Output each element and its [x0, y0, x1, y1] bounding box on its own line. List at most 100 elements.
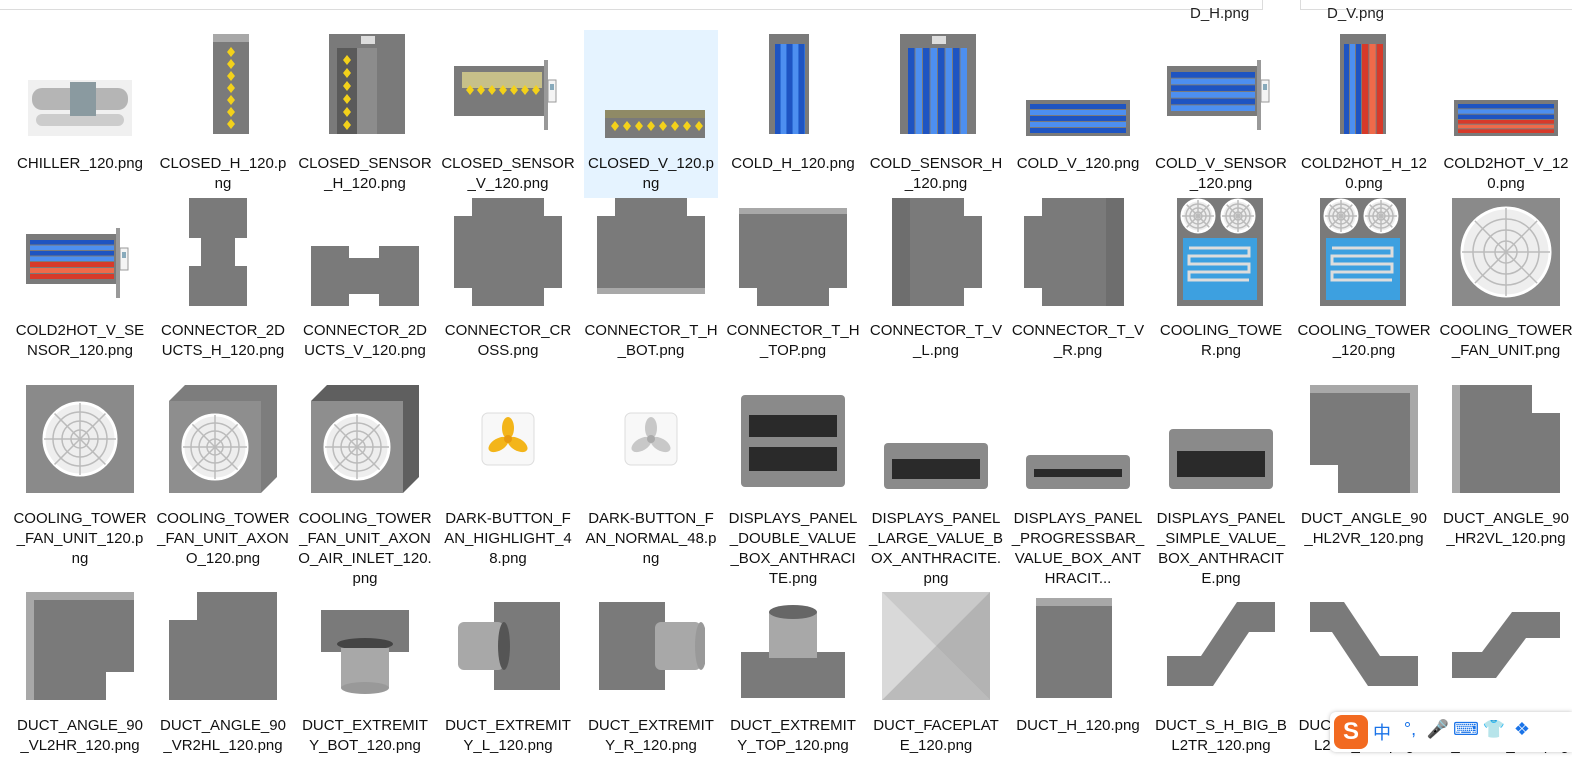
file-name: DUCT_EXTREMITY_TOP_120.png: [730, 717, 856, 754]
file-name: DUCT_EXTREMITY_R_120.png: [588, 717, 714, 754]
file-item[interactable]: CONNECTOR_T_V_L.png: [869, 198, 1003, 378]
file-item[interactable]: COLD2HOT_V_120.png: [1439, 30, 1572, 196]
toolbox-icon[interactable]: ❖: [1508, 719, 1536, 745]
file-item[interactable]: COLD_V_SENSOR_120.png: [1154, 30, 1288, 196]
connector-2ducts-h-icon: [169, 198, 277, 306]
file-item[interactable]: DUCT_EXTREMITY_TOP_120.png: [726, 592, 860, 758]
duct-angle-hl2vr-icon: [1310, 385, 1418, 493]
file-item[interactable]: COLD_V_120.png: [1011, 30, 1145, 196]
file-name: COOLING_TOWER_120.png: [1297, 322, 1431, 359]
file-name: COLD2HOT_V_SENSOR_120.png: [15, 322, 145, 359]
file-item[interactable]: DISPLAYS_PANEL_SIMPLE_VALUE_BOX_ANTHRACI…: [1154, 385, 1288, 590]
panel-simple-value-icon: [1167, 385, 1275, 493]
file-item[interactable]: COOLING_TOWER_FAN_UNIT_AXONO_120.png: [156, 385, 290, 590]
file-item[interactable]: DUCT_H_120.png: [1011, 592, 1145, 758]
file-name: CLOSED_V_120.png: [588, 155, 714, 192]
cold-v-sensor-icon: [1167, 30, 1275, 138]
file-item[interactable]: CONNECTOR_CROSS.png: [441, 198, 575, 378]
connector-t-h-top-icon: [739, 198, 847, 306]
file-item[interactable]: DUCT_ANGLE_90_HR2VL_120.png: [1439, 385, 1572, 590]
file-name: CONNECTOR_2DUCTS_V_120.png: [303, 322, 427, 359]
file-item[interactable]: CONNECTOR_T_H_BOT.png: [584, 198, 718, 378]
file-name: COLD_SENSOR_H_120.png: [869, 155, 1003, 192]
file-name: COOLING_TOWER_FAN_UNIT_120.png: [13, 510, 147, 567]
ime-toolbar[interactable]: S 中 °, 🎤 ⌨ 👕 ❖: [1330, 712, 1572, 752]
file-item[interactable]: CONNECTOR_T_V_R.png: [1011, 198, 1145, 378]
file-item[interactable]: CONNECTOR_2DUCTS_V_120.png: [298, 198, 432, 378]
chinese-mode-icon[interactable]: 中: [1368, 719, 1396, 745]
file-item[interactable]: COOLING_TOWER.png: [1154, 198, 1288, 378]
file-item[interactable]: DUCT_FACEPLATE_120.png: [869, 592, 1003, 758]
file-name: CONNECTOR_T_V_L.png: [869, 322, 1003, 359]
file-name: CONNECTOR_T_H_TOP.png: [726, 322, 860, 359]
file-item[interactable]: CLOSED_SENSOR_V_120.png: [441, 30, 575, 196]
file-item[interactable]: DISPLAYS_PANEL_PROGRESSBAR_VALUE_BOX_ANT…: [1011, 385, 1145, 590]
file-item[interactable]: COOLING_TOWER_120.png: [1297, 198, 1431, 378]
file-name: DISPLAYS_PANEL_PROGRESSBAR_VALUE_BOX_ANT…: [1011, 510, 1145, 587]
file-item[interactable]: DARK-BUTTON_FAN_HIGHLIGHT_48.png: [441, 385, 575, 590]
file-name: COOLING_TOWER_FAN_UNIT.png: [1439, 322, 1572, 359]
file-item[interactable]: COOLING_TOWER_FAN_UNIT_120.png: [13, 385, 147, 590]
file-item[interactable]: DISPLAYS_PANEL_LARGE_VALUE_BOX_ANTHRACIT…: [869, 385, 1003, 590]
file-item[interactable]: DISPLAYS_PANEL_DOUBLE_VALUE_BOX_ANTHRACI…: [726, 385, 860, 590]
file-name: COLD_V_120.png: [1016, 155, 1140, 172]
file-item[interactable]: CONNECTOR_2DUCTS_H_120.png: [156, 198, 290, 378]
microphone-icon[interactable]: 🎤: [1424, 719, 1452, 745]
file-item[interactable]: CLOSED_SENSOR_H_120.png: [298, 30, 432, 196]
cold-sensor-h-icon: [882, 30, 990, 138]
duct-angle-vl2hr-icon: [26, 592, 134, 700]
file-name: CHILLER_120.png: [17, 155, 143, 172]
file-item[interactable]: DUCT_ANGLE_90_HL2VR_120.png: [1297, 385, 1431, 590]
file-item[interactable]: CLOSED_H_120.png: [156, 30, 290, 196]
file-item[interactable]: DUCT_ANGLE_90_VR2HL_120.png: [156, 592, 290, 758]
file-name: DUCT_H_120.png: [1016, 717, 1140, 734]
duct-faceplate-icon: [882, 592, 990, 700]
file-name: DISPLAYS_PANEL_LARGE_VALUE_BOX_ANTHRACIT…: [869, 510, 1003, 587]
cooling-tower-120-icon: [1310, 198, 1418, 306]
punctuation-icon[interactable]: °,: [1396, 719, 1424, 745]
file-item[interactable]: DUCT_EXTREMITY_R_120.png: [584, 592, 718, 758]
connector-t-v-r-icon: [1024, 198, 1132, 306]
cooling-tower-icon: [1167, 198, 1275, 306]
connector-cross-icon: [454, 198, 562, 306]
file-item[interactable]: CHILLER_120.png: [13, 30, 147, 196]
file-name: DISPLAYS_PANEL_SIMPLE_VALUE_BOX_ANTHRACI…: [1156, 510, 1286, 587]
sogou-logo-icon[interactable]: S: [1334, 715, 1368, 749]
file-name: COOLING_TOWER.png: [1159, 322, 1283, 359]
file-name: CONNECTOR_T_H_BOT.png: [584, 322, 718, 359]
fan-unit-axono-icon: [169, 385, 277, 493]
cold-v-icon: [1024, 30, 1132, 138]
file-item[interactable]: DUCT_S_H_BIG_BL2TR_120.png: [1154, 592, 1288, 758]
file-item[interactable]: COLD2HOT_V_SENSOR_120.png: [13, 198, 147, 378]
duct-angle-vr2hl-icon: [169, 592, 277, 700]
panel-large-value-icon: [882, 385, 990, 493]
fan-highlight-icon: [454, 385, 562, 493]
file-name: CONNECTOR_T_V_R.png: [1011, 322, 1145, 359]
file-item[interactable]: CLOSED_V_120.png: [584, 30, 718, 198]
closed-sensor-v-icon: [454, 30, 562, 138]
file-item[interactable]: COLD_H_120.png: [726, 30, 860, 196]
file-name: DARK-BUTTON_FAN_NORMAL_48.png: [585, 510, 717, 567]
file-name: DISPLAYS_PANEL_DOUBLE_VALUE_BOX_ANTHRACI…: [728, 510, 858, 587]
keyboard-icon[interactable]: ⌨: [1452, 719, 1480, 745]
cut-off-label: D_H.png: [1190, 5, 1250, 22]
duct-s-h-big-bl2tr-icon: [1167, 592, 1275, 700]
skin-icon[interactable]: 👕: [1480, 719, 1508, 745]
cut-off-label: D_V.png: [1327, 5, 1384, 22]
file-item[interactable]: COOLING_TOWER_FAN_UNIT_AXONO_AIR_INLET_1…: [298, 385, 432, 590]
file-name: COLD2HOT_H_120.png: [1301, 155, 1427, 192]
file-item[interactable]: COOLING_TOWER_FAN_UNIT.png: [1439, 198, 1572, 378]
file-item[interactable]: COLD2HOT_H_120.png: [1297, 30, 1431, 196]
file-item[interactable]: DUCT_EXTREMITY_BOT_120.png: [298, 592, 432, 758]
connector-t-h-bot-icon: [597, 198, 705, 306]
file-name: CONNECTOR_2DUCTS_H_120.png: [161, 322, 285, 359]
file-name: DUCT_EXTREMITY_BOT_120.png: [302, 717, 428, 754]
duct-angle-hr2vl-icon: [1452, 385, 1560, 493]
file-item[interactable]: DUCT_ANGLE_90_VL2HR_120.png: [13, 592, 147, 758]
file-item[interactable]: COLD_SENSOR_H_120.png: [869, 30, 1003, 196]
file-name: CLOSED_H_120.png: [159, 155, 287, 192]
file-item[interactable]: DARK-BUTTON_FAN_NORMAL_48.png: [584, 385, 718, 590]
cold2hot-v-icon: [1452, 30, 1560, 138]
file-item[interactable]: CONNECTOR_T_H_TOP.png: [726, 198, 860, 378]
file-item[interactable]: DUCT_EXTREMITY_L_120.png: [441, 592, 575, 758]
